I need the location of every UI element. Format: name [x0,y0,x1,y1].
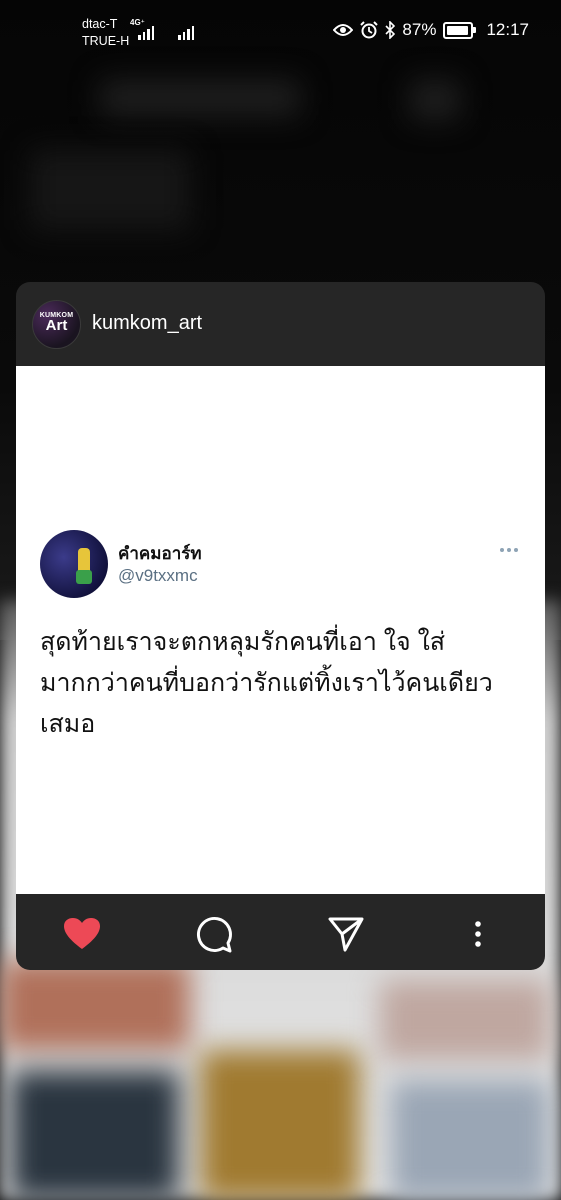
battery-percent: 87% [402,20,437,39]
tweet-avatar [40,530,108,598]
tweet-handle: @v9txxmc [118,566,198,585]
eye-icon [333,24,354,36]
status-bar: dtac-T TRUE-H 4G⁺ 87% 12:17 [0,0,561,62]
alarm-icon [360,21,379,39]
bluetooth-icon [385,21,396,39]
signal-icon [138,26,154,40]
post-preview-card[interactable]: KUMKOM Art kumkom_art คำคมอาร์ท @v9txxmc… [16,282,545,970]
more-vertical-icon[interactable] [458,914,498,954]
carrier-2: TRUE-H [82,34,130,48]
avatar[interactable]: KUMKOM Art [32,300,81,349]
heart-icon[interactable] [62,914,102,954]
carrier-1: dtac-T [82,17,118,31]
tweet-display-name: คำคมอาร์ท [118,544,202,563]
action-bar [16,894,545,970]
signal-icon-2 [178,26,194,40]
username[interactable]: kumkom_art [92,312,202,335]
clock: 12:17 [486,20,529,39]
battery-icon [443,21,477,39]
carrier-labels: dtac-T TRUE-H [82,16,129,50]
share-icon[interactable] [326,914,366,954]
comment-icon[interactable] [194,914,234,954]
card-header: KUMKOM Art kumkom_art [16,282,545,366]
more-horizontal-icon [500,548,518,552]
post-image: คำคมอาร์ท @v9txxmc สุดท้ายเราจะตกหลุมรัก… [16,366,545,894]
tweet-text: สุดท้ายเราจะตกหลุมรักคนที่เอา ใจ ใส่ มาก… [40,628,493,738]
